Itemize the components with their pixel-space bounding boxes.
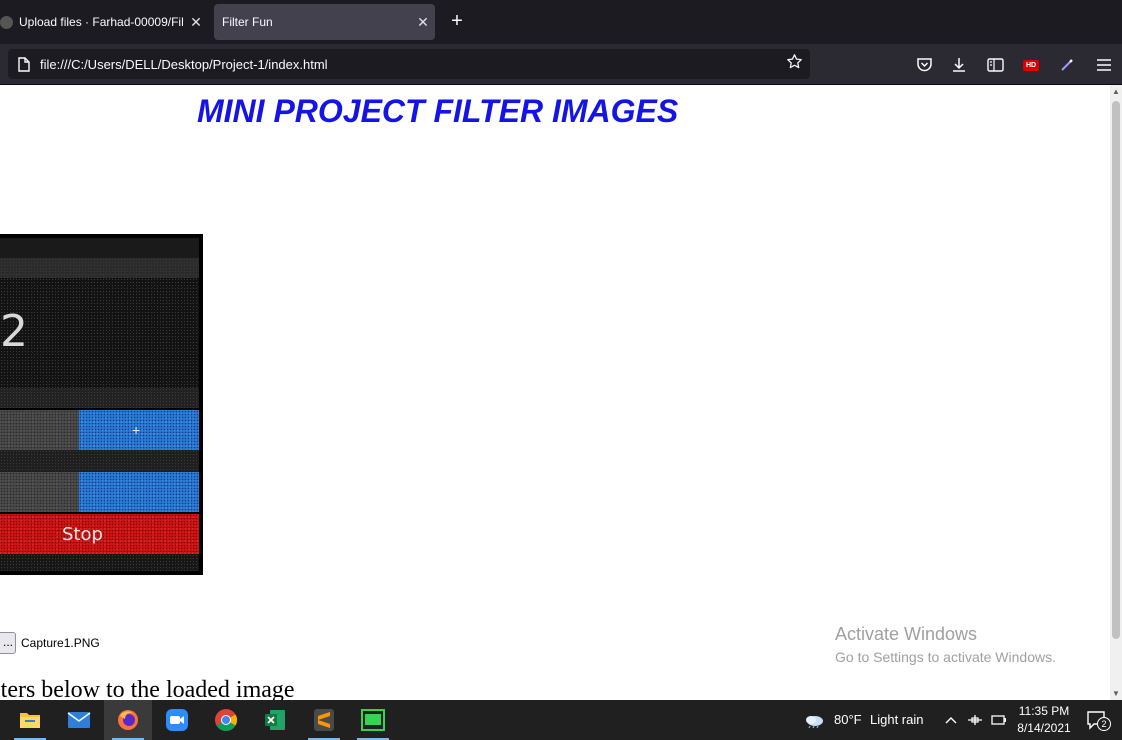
filtered-image-canvas: 2 + Stop	[0, 234, 203, 575]
filter-instruction: Apply the filters below to the loaded im…	[0, 677, 407, 700]
star-icon[interactable]	[778, 53, 810, 75]
notification-center-icon[interactable]: 2	[1082, 700, 1112, 740]
url-bar[interactable]: file:///C:/Users/DELL/Desktop/Project-1/…	[8, 49, 810, 79]
image-cursor: +	[132, 422, 141, 438]
eyedropper-icon[interactable]	[1057, 55, 1077, 75]
excel-icon[interactable]	[251, 700, 299, 740]
image-grey-block	[0, 410, 79, 450]
zoom-icon[interactable]	[153, 700, 201, 740]
image-stop-label: Stop	[62, 524, 103, 545]
pocket-icon[interactable]	[914, 55, 934, 75]
scroll-down-icon[interactable]: ▼	[1110, 689, 1122, 698]
page-icon	[8, 56, 40, 72]
activate-windows-watermark: Activate Windows Go to Settings to activ…	[835, 624, 1056, 665]
file-explorer-icon[interactable]	[6, 700, 54, 740]
url-text: file:///C:/Users/DELL/Desktop/Project-1/…	[40, 56, 328, 72]
clock-date: 8/14/2021	[1017, 721, 1071, 735]
image-toolbar	[0, 258, 199, 278]
browser-tab-bar: Upload files · Farhad-00009/Filter-Fun ✕…	[0, 0, 1122, 44]
windows-taskbar: 80°F Light rain 11:35 PM 8/14/2021 2	[0, 700, 1122, 740]
reader-view-icon[interactable]	[985, 55, 1005, 75]
hd-extension-icon[interactable]: HD	[1021, 55, 1041, 75]
watermark-subtext: Go to Settings to activate Windows.	[835, 649, 1056, 665]
page-viewport: MINI PROJECT FILTER IMAGES 2 + Stop ... …	[0, 85, 1110, 700]
clock-time: 11:35 PM	[1018, 704, 1070, 718]
tab-filter-fun[interactable]: Filter Fun ✕	[214, 4, 435, 40]
system-clock[interactable]: 11:35 PM 8/14/2021	[1010, 703, 1078, 737]
weather-desc[interactable]: Light rain	[870, 712, 923, 727]
selected-file-name: Capture1.PNG	[21, 636, 100, 650]
image-blue-block	[79, 472, 199, 512]
new-tab-button[interactable]: +	[446, 10, 468, 32]
tab-close-icon[interactable]: ✕	[411, 14, 435, 31]
tab-title: Filter Fun	[222, 15, 273, 29]
image-dark-area	[0, 278, 199, 388]
terminal-icon[interactable]	[349, 700, 397, 740]
tab-close-icon[interactable]: ✕	[184, 14, 208, 31]
image-titlebar	[0, 238, 199, 258]
weather-cloud-icon[interactable]	[800, 700, 828, 740]
menu-icon[interactable]	[1094, 55, 1114, 75]
image-grey-block	[0, 472, 79, 512]
file-input[interactable]: ... Capture1.PNG	[0, 632, 100, 654]
mail-icon[interactable]	[55, 700, 103, 740]
image-strip	[0, 450, 199, 472]
image-digit: 2	[0, 306, 28, 357]
scrollbar-thumb[interactable]	[1112, 101, 1120, 639]
watermark-heading: Activate Windows	[835, 624, 978, 644]
firefox-icon[interactable]	[104, 700, 152, 740]
scroll-up-icon[interactable]: ▲	[1110, 87, 1122, 96]
filter-instruction-text: Apply the filters below to the loaded im…	[0, 677, 295, 700]
weather-temp[interactable]: 80°F	[834, 712, 862, 727]
download-icon[interactable]	[949, 55, 969, 75]
tab-upload-files[interactable]: Upload files · Farhad-00009/Filter-Fun ✕	[0, 4, 208, 40]
notification-count: 2	[1097, 717, 1111, 731]
browser-nav-bar: file:///C:/Users/DELL/Desktop/Project-1/…	[0, 44, 1122, 85]
chrome-icon[interactable]	[202, 700, 250, 740]
tab-title: Upload files · Farhad-00009/Filter-Fun	[19, 15, 184, 29]
hd-badge: HD	[1022, 59, 1040, 71]
github-icon	[0, 15, 13, 29]
page-scrollbar[interactable]: ▲ ▼	[1110, 85, 1122, 700]
battery-icon[interactable]	[988, 700, 1010, 740]
chevron-up-icon[interactable]	[940, 700, 962, 740]
network-icon[interactable]	[964, 700, 986, 740]
sublime-text-icon[interactable]	[300, 700, 348, 740]
browse-button[interactable]: ...	[0, 632, 16, 654]
image-strip	[0, 388, 199, 408]
image-bottom-bar	[0, 554, 199, 571]
page-title: MINI PROJECT FILTER IMAGES	[197, 93, 679, 129]
